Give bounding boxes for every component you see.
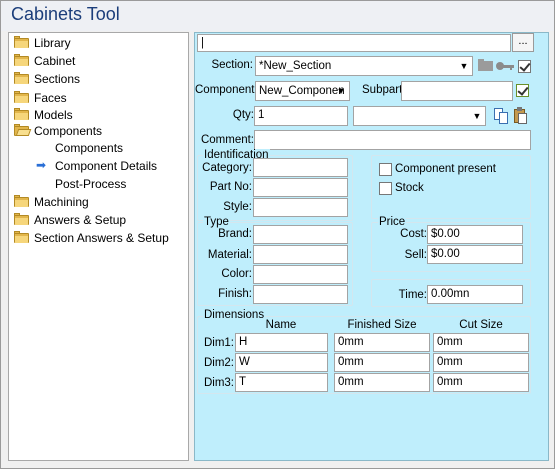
qty-unit-select[interactable]: ▼ <box>353 106 486 126</box>
category-input[interactable] <box>253 158 348 177</box>
folder-icon <box>14 195 29 207</box>
dim1-cut-input[interactable]: 0mm <box>433 333 529 352</box>
dim1-label: Dim1: <box>203 337 234 349</box>
style-input[interactable] <box>253 198 348 217</box>
folder-icon[interactable] <box>478 59 493 71</box>
section-checkbox[interactable] <box>518 60 531 73</box>
chevron-down-icon: ▼ <box>336 86 346 96</box>
category-label: Category: <box>202 162 252 174</box>
tree-item-section-answers-setup[interactable]: Section Answers & Setup <box>14 230 169 247</box>
dim2-cut-input[interactable]: 0mm <box>433 353 529 372</box>
material-input[interactable] <box>253 245 348 264</box>
dim2-name-input[interactable]: W <box>235 353 328 372</box>
paste-icon[interactable] <box>513 107 529 125</box>
tree-item-models[interactable]: Models <box>14 107 73 124</box>
tree-item-components-sub[interactable]: Components <box>55 140 123 157</box>
dim3-label: Dim3: <box>203 377 234 389</box>
dim3-cut-input[interactable]: 0mm <box>433 373 529 392</box>
cabinets-tool-window: Cabinets Tool Library Cabinet Sections F… <box>0 0 555 469</box>
tree-item-sections[interactable]: Sections <box>14 71 80 88</box>
sell-input[interactable]: $0.00 <box>427 245 523 264</box>
browse-button[interactable]: ... <box>512 33 534 52</box>
subpart-label: Subpart <box>362 84 403 96</box>
component-present-label: Component present <box>395 163 497 175</box>
navigation-tree: Library Cabinet Sections Faces Models Co… <box>8 32 189 461</box>
path-input[interactable]: | <box>197 34 511 52</box>
window-title: Cabinets Tool <box>11 4 120 24</box>
sell-label: Sell: <box>404 249 427 261</box>
dim1-name-input[interactable]: H <box>235 333 328 352</box>
dim1-finished-input[interactable]: 0mm <box>334 333 430 352</box>
dim2-finished-input[interactable]: 0mm <box>334 353 430 372</box>
comment-input[interactable] <box>254 130 531 150</box>
folder-icon <box>14 72 29 84</box>
part-no-input[interactable] <box>253 178 348 197</box>
key-icon[interactable] <box>496 61 514 71</box>
brand-label: Brand: <box>218 228 252 240</box>
component-select[interactable]: New_Componen ▼ <box>255 81 350 101</box>
tree-item-post-process[interactable]: Post-Process <box>55 176 126 193</box>
tree-item-machining[interactable]: Machining <box>14 194 89 211</box>
cost-input[interactable]: $0.00 <box>427 225 523 244</box>
stock-label: Stock <box>395 182 424 194</box>
copy-icon[interactable] <box>493 107 511 125</box>
column-header-cut-size: Cut Size <box>459 319 503 331</box>
time-label: Time: <box>398 289 427 301</box>
qty-label: Qty: <box>232 109 254 121</box>
folder-icon <box>14 54 29 66</box>
price-title: Price <box>378 216 407 228</box>
tree-item-components[interactable]: Components <box>14 123 102 140</box>
finish-label: Finish: <box>218 288 252 300</box>
color-input[interactable] <box>253 265 348 284</box>
dim3-name-input[interactable]: T <box>235 373 328 392</box>
folder-icon <box>14 231 29 243</box>
dim2-label: Dim2: <box>203 357 234 369</box>
column-header-name: Name <box>265 319 297 331</box>
cost-label: Cost: <box>400 228 427 240</box>
arrow-right-icon: ➡ <box>36 158 47 172</box>
tree-item-cabinet[interactable]: Cabinet <box>14 53 75 70</box>
finish-input[interactable] <box>253 285 348 304</box>
tree-item-answers-setup[interactable]: Answers & Setup <box>14 212 126 229</box>
time-input[interactable]: 0.00mn <box>427 285 523 304</box>
stock-checkbox[interactable] <box>379 182 392 195</box>
section-select[interactable]: *New_Section ▼ <box>255 56 473 76</box>
folder-open-icon <box>14 124 32 136</box>
component-present-checkbox[interactable] <box>379 163 392 176</box>
chevron-down-icon: ▼ <box>472 111 482 121</box>
title-bar: Cabinets Tool <box>1 1 554 31</box>
column-header-finished-size: Finished Size <box>347 319 417 331</box>
chevron-down-icon: ▼ <box>459 61 469 71</box>
tree-item-component-details[interactable]: Component Details <box>55 158 157 175</box>
dim3-finished-input[interactable]: 0mm <box>334 373 430 392</box>
type-title: Type <box>203 216 230 228</box>
style-label: Style: <box>223 201 252 213</box>
tree-item-library[interactable]: Library <box>14 35 71 52</box>
section-label: Section: <box>211 59 253 71</box>
folder-icon <box>14 91 29 103</box>
subpart-checkbox[interactable] <box>516 84 529 97</box>
folder-icon <box>14 108 29 120</box>
subpart-input[interactable] <box>401 81 513 101</box>
part-no-label: Part No: <box>209 181 252 193</box>
tree-item-faces[interactable]: Faces <box>14 90 67 107</box>
component-label: Component: <box>195 84 258 96</box>
folder-icon <box>14 213 29 225</box>
material-label: Material: <box>207 249 252 261</box>
qty-input[interactable]: 1 <box>254 106 348 126</box>
color-label: Color: <box>221 268 252 280</box>
comment-label: Comment: <box>200 134 254 146</box>
brand-input[interactable] <box>253 225 348 244</box>
folder-icon <box>14 36 29 48</box>
component-details-panel: | ... Section: *New_Section ▼ Component:… <box>194 32 549 461</box>
